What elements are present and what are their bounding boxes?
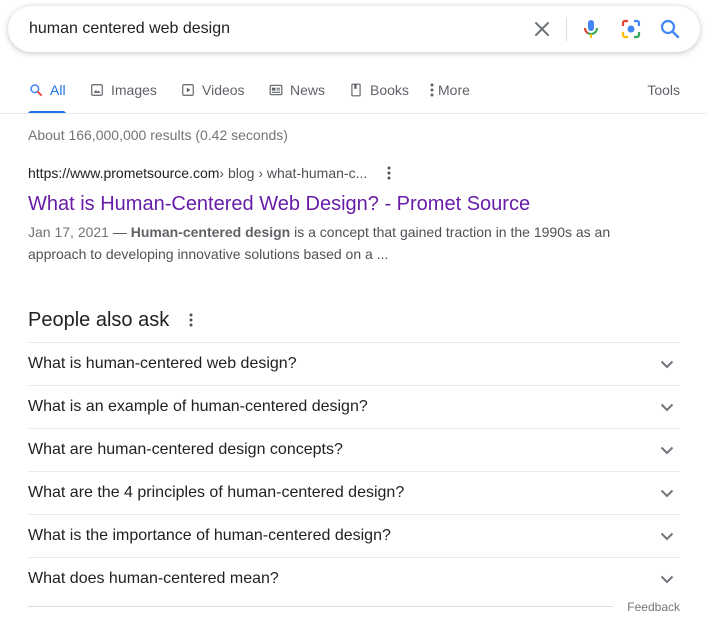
paa-question-text: What does human-centered mean? (28, 570, 279, 587)
paa-question-text: What is the importance of human-centered… (28, 527, 391, 544)
search-box (8, 6, 700, 52)
result-date: Jan 17, 2021 (28, 224, 109, 240)
paa-question[interactable]: What are the 4 principles of human-cente… (28, 471, 680, 514)
result-snippet: Jan 17, 2021 — Human-centered design is … (28, 221, 628, 265)
chevron-down-icon (658, 441, 676, 459)
paa-question-text: What is an example of human-centered des… (28, 398, 368, 415)
play-icon (180, 82, 196, 98)
tab-label: More (438, 82, 470, 98)
result-cite-host: https://www.prometsource.com (28, 165, 220, 181)
mic-icon[interactable] (579, 17, 603, 41)
tabs-divider (0, 113, 707, 114)
result-stats: About 166,000,000 results (0.42 seconds) (28, 127, 288, 143)
tab-images[interactable]: Images (89, 80, 157, 114)
news-icon (268, 82, 284, 98)
result-title-link[interactable]: What is Human-Centered Web Design? - Pro… (28, 191, 668, 217)
people-also-ask-title: People also ask (28, 308, 170, 331)
search-icon[interactable] (658, 17, 682, 41)
book-icon (348, 82, 364, 98)
chevron-down-icon (658, 570, 676, 588)
search-icon (28, 82, 44, 98)
paa-bottom-divider (28, 606, 613, 607)
result-cite[interactable]: https://www.prometsource.com › blog › wh… (28, 164, 668, 182)
tab-videos[interactable]: Videos (180, 80, 245, 114)
tab-more[interactable]: More (428, 80, 470, 114)
paa-question-text: What are the 4 principles of human-cente… (28, 484, 405, 501)
tab-news[interactable]: News (268, 80, 325, 114)
result-date-separator: — (108, 224, 131, 240)
search-result: https://www.prometsource.com › blog › wh… (28, 164, 668, 265)
tab-label: Videos (202, 82, 245, 98)
snippet-highlight: Human-centered design (130, 224, 291, 240)
tab-label: All (50, 82, 66, 98)
tab-books[interactable]: Books (348, 80, 409, 114)
chevron-down-icon (658, 484, 676, 502)
paa-question-text: What are human-centered design concepts? (28, 441, 343, 458)
people-also-ask-list: What is human-centered web design? What … (28, 342, 680, 600)
search-input[interactable] (29, 6, 509, 52)
tools-button[interactable]: Tools (647, 82, 680, 98)
chevron-down-icon (658, 398, 676, 416)
dots-vertical-icon[interactable] (381, 164, 397, 182)
search-results-page: All Images Videos News Books (0, 0, 707, 627)
paa-question-text: What is human-centered web design? (28, 355, 297, 372)
chevron-down-icon (658, 527, 676, 545)
paa-question[interactable]: What are human-centered design concepts? (28, 428, 680, 471)
paa-question[interactable]: What is an example of human-centered des… (28, 385, 680, 428)
tab-label: Images (111, 82, 157, 98)
image-icon (89, 82, 105, 98)
dots-vertical-icon (428, 82, 436, 98)
feedback-link[interactable]: Feedback (627, 600, 680, 614)
tab-label: News (290, 82, 326, 98)
close-icon[interactable] (530, 17, 554, 41)
camera-lens-icon[interactable] (619, 17, 643, 41)
search-tabs: All Images Videos News Books More Tools (28, 80, 680, 114)
tab-label: Books (370, 82, 409, 98)
paa-question[interactable]: What does human-centered mean? (28, 557, 680, 600)
tab-all[interactable]: All (28, 80, 66, 114)
search-box-divider (566, 17, 567, 41)
people-also-ask-header: People also ask (28, 306, 199, 334)
chevron-down-icon (658, 355, 676, 373)
paa-question[interactable]: What is human-centered web design? (28, 342, 680, 385)
paa-question[interactable]: What is the importance of human-centered… (28, 514, 680, 557)
dots-vertical-icon[interactable] (183, 310, 199, 330)
result-cite-path: › blog › what-human-c... (219, 165, 368, 181)
